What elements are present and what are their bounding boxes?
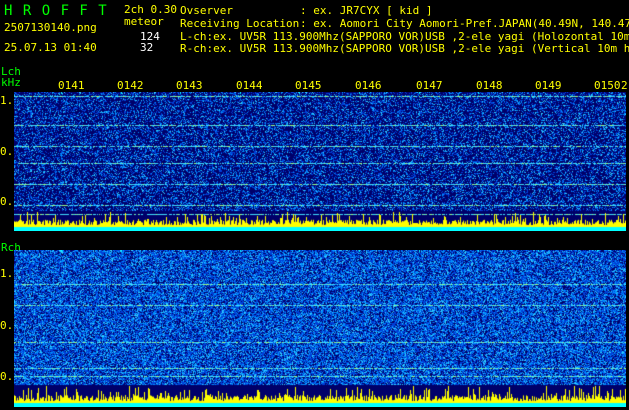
lch-unit: kHz — [1, 76, 21, 89]
hroft-window: H R O F F T 2ch 0.30 2507130140.png mete… — [0, 0, 629, 410]
time-label-0145: 0145 — [295, 79, 322, 92]
time-label-0147: 0147 — [416, 79, 443, 92]
time-label-0141: 0141 — [58, 79, 85, 92]
lch-spectrogram-canvas — [14, 92, 626, 231]
app-title: H R O F F T — [4, 3, 108, 19]
lch-spectrogram — [14, 92, 626, 231]
location-label: Receiving Location — [180, 17, 300, 30]
rch-spectrogram-canvas — [14, 250, 626, 407]
rch-description: R-ch:ex. UV5R 113.900Mhz(SAPPORO VOR)USB… — [180, 42, 629, 55]
file-name: 2507130140.png — [4, 21, 97, 34]
time-label-0148: 0148 — [476, 79, 503, 92]
time-label-0149: 0149 — [535, 79, 562, 92]
rch-spectrogram — [14, 250, 626, 407]
observer-value: : ex. JR7CYX [ kid ] — [300, 4, 433, 17]
app-version: 2ch 0.30 — [124, 3, 177, 16]
observer-label: Ovserver — [180, 4, 233, 17]
location-value: : ex. Aomori City Aomori-Pref.JAPAN(40.4… — [300, 17, 629, 30]
time-label-0143: 0143 — [176, 79, 203, 92]
timestamp: 25.07.13 01:40 — [4, 41, 97, 54]
lch-description: L-ch:ex. UV5R 113.900Mhz(SAPPORO VOR)USB… — [180, 30, 629, 43]
time-label-0144: 0144 — [236, 79, 263, 92]
time-label-0142: 0142 — [117, 79, 144, 92]
time-label-0150: 0150 — [594, 79, 621, 92]
count-rch: 32 — [140, 41, 154, 54]
time-label-edge: 2 — [621, 79, 628, 92]
mode-label: meteor — [124, 15, 164, 28]
time-label-0146: 0146 — [355, 79, 382, 92]
